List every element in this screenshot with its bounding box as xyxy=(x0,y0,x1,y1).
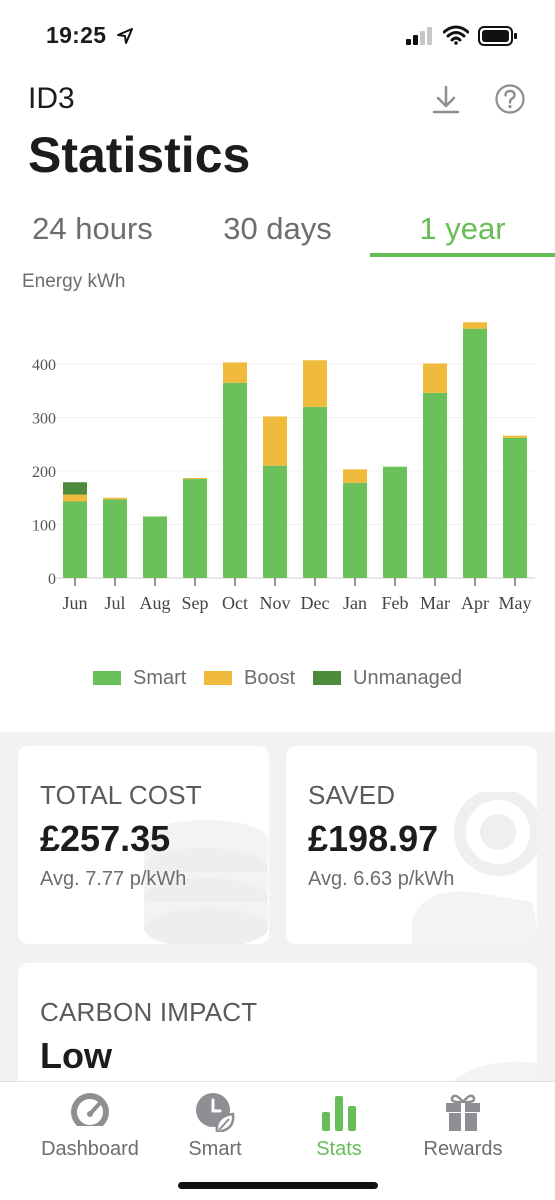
bar-smart-mar[interactable] xyxy=(423,392,447,578)
stats-bars-icon xyxy=(322,1096,356,1131)
carbon-impact-label: CARBON IMPACT xyxy=(40,997,258,1027)
bar-smart-jun[interactable] xyxy=(63,501,87,578)
tab-24-hours[interactable]: 24 hours xyxy=(0,205,185,257)
x-tick-label: Nov xyxy=(260,593,291,613)
y-tick-label: 200 xyxy=(32,464,56,481)
legend-swatch-unmanaged xyxy=(313,671,341,685)
tabbar-label-smart: Smart xyxy=(188,1138,242,1160)
gift-icon xyxy=(446,1094,480,1131)
x-tick-label: Jun xyxy=(62,593,87,613)
total-cost-label: TOTAL COST xyxy=(40,780,202,810)
bar-smart-jul[interactable] xyxy=(103,499,127,578)
x-tick-label: Apr xyxy=(461,593,489,613)
legend-label-smart: Smart xyxy=(133,666,187,689)
tabbar-label-rewards: Rewards xyxy=(423,1138,503,1160)
location-arrow-icon xyxy=(117,28,133,44)
tabbar-label-stats: Stats xyxy=(316,1138,362,1160)
period-tabs: 24 hours 30 days 1 year xyxy=(0,205,555,257)
bar-smart-dec[interactable] xyxy=(303,406,327,578)
energy-chart: Energy kWh 0 100 200 300 400 Jun Jul Aug Sep Oct N… xyxy=(0,257,555,727)
home-indicator xyxy=(178,1182,378,1189)
tab-30-days[interactable]: 30 days xyxy=(185,205,370,257)
saved-average: Avg. 6.63 p/kWh xyxy=(308,868,455,890)
legend-item-unmanaged: Unmanaged xyxy=(313,664,462,692)
x-tick-label: Sep xyxy=(182,593,209,613)
bar-smart-oct[interactable] xyxy=(223,382,247,578)
tabbar-item-rewards[interactable]: Rewards xyxy=(401,1082,525,1178)
saved-value: £198.97 xyxy=(308,818,439,859)
legend-swatch-smart xyxy=(93,671,121,685)
x-tick-label: Dec xyxy=(301,593,330,613)
x-tick-label: Jan xyxy=(343,593,367,613)
x-tick-label: Mar xyxy=(420,593,450,613)
bar-smart-feb[interactable] xyxy=(383,466,407,578)
bar-smart-jan[interactable] xyxy=(343,482,367,578)
bar-boost-mar[interactable] xyxy=(423,363,447,393)
total-cost-value: £257.35 xyxy=(40,818,171,859)
download-icon[interactable] xyxy=(430,84,462,116)
bar-boost-jan[interactable] xyxy=(343,469,367,483)
bar-smart-apr[interactable] xyxy=(463,328,487,578)
wifi-icon xyxy=(443,25,469,45)
bar-boost-oct[interactable] xyxy=(223,362,247,383)
total-cost-average: Avg. 7.77 p/kWh xyxy=(40,868,187,890)
bar-smart-sep[interactable] xyxy=(183,479,207,578)
y-tick-label: 100 xyxy=(32,518,56,535)
y-tick-label: 400 xyxy=(32,357,56,374)
bar-boost-apr[interactable] xyxy=(463,322,487,329)
bar-smart-aug[interactable] xyxy=(143,516,167,578)
legend-item-boost: Boost xyxy=(204,664,295,692)
status-bar: 19:25 xyxy=(0,0,555,72)
x-tick-label: Oct xyxy=(222,593,248,613)
energy-bar-chart: 0 100 200 300 400 Jun Jul Aug Sep Oct Nov Dec Jan Feb… xyxy=(32,322,535,613)
y-tick-label: 300 xyxy=(32,411,56,428)
bar-boost-jun[interactable] xyxy=(63,494,87,502)
bar-boost-jul[interactable] xyxy=(103,497,127,500)
legend-item-smart: Smart xyxy=(93,664,186,692)
status-time: 19:25 xyxy=(46,22,107,48)
x-tick-label: Aug xyxy=(140,593,171,613)
saved-card[interactable]: SAVED £198.97 Avg. 6.63 p/kWh xyxy=(286,746,537,944)
bar-boost-may[interactable] xyxy=(503,435,527,438)
bar-unmanaged-jun[interactable] xyxy=(63,482,87,495)
x-tick-label: Jul xyxy=(104,593,125,613)
tabbar-item-dashboard[interactable]: Dashboard xyxy=(28,1082,152,1178)
x-tick-label: Feb xyxy=(382,593,409,613)
saved-label: SAVED xyxy=(308,780,396,810)
tabbar-item-smart[interactable]: Smart xyxy=(153,1082,277,1178)
bar-smart-may[interactable] xyxy=(503,437,527,578)
tabbar-label-dashboard: Dashboard xyxy=(41,1138,139,1160)
y-tick-label: 0 xyxy=(48,571,56,588)
legend-swatch-boost xyxy=(204,671,232,685)
x-tick-label: May xyxy=(499,593,532,613)
page-title: Statistics xyxy=(28,127,251,183)
bar-boost-nov[interactable] xyxy=(263,416,287,466)
chart-legend: Smart Boost Unmanaged xyxy=(0,664,555,692)
help-icon[interactable] xyxy=(494,83,526,115)
legend-label-unmanaged: Unmanaged xyxy=(353,666,462,689)
dashboard-gauge-icon xyxy=(71,1093,109,1132)
battery-icon xyxy=(478,26,517,46)
legend-label-boost: Boost xyxy=(244,666,296,689)
total-cost-card[interactable]: TOTAL COST £257.35 Avg. 7.77 p/kWh xyxy=(18,746,269,944)
cellular-signal-icon xyxy=(406,27,432,45)
bar-boost-sep[interactable] xyxy=(183,477,207,480)
device-name: ID3 xyxy=(28,82,75,115)
smart-clock-leaf-icon xyxy=(196,1093,235,1132)
bar-smart-nov[interactable] xyxy=(263,465,287,578)
tab-1-year[interactable]: 1 year xyxy=(370,205,555,257)
carbon-impact-value: Low xyxy=(40,1035,112,1076)
bar-boost-dec[interactable] xyxy=(303,360,327,407)
tabbar-item-stats[interactable]: Stats xyxy=(277,1082,401,1178)
